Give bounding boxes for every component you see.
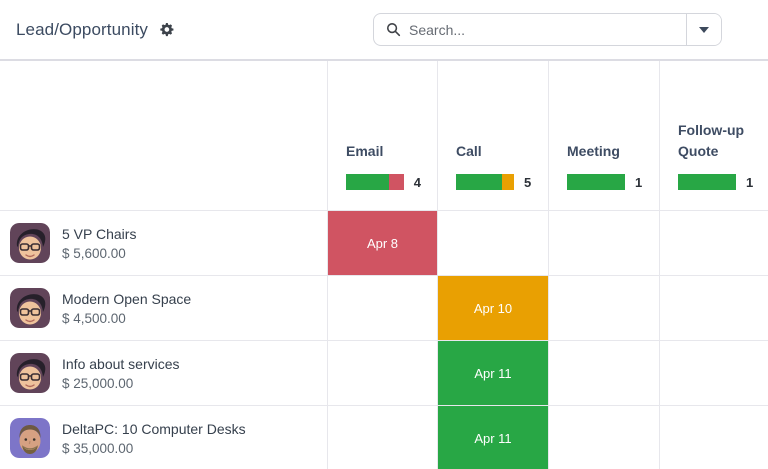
header-corner-cell: [0, 61, 328, 211]
activity-cell-meeting[interactable]: [549, 211, 660, 276]
column-count: 5: [524, 175, 531, 190]
activity-cell-email[interactable]: [328, 276, 438, 341]
column-header-call[interactable]: Call 5: [438, 61, 549, 211]
activity-cell-email[interactable]: [328, 406, 438, 469]
avatar: [10, 223, 50, 263]
search-icon: [374, 22, 409, 37]
activity-cell-meeting[interactable]: [549, 406, 660, 469]
lead-info: Modern Open Space $ 4,500.00: [62, 290, 191, 326]
activity-date-badge[interactable]: Apr 11: [438, 406, 548, 469]
activity-cell-follow-up-quote[interactable]: [660, 341, 768, 406]
lead-row-info-about-services[interactable]: Info about services $ 25,000.00: [0, 341, 328, 406]
activity-cell-meeting[interactable]: [549, 276, 660, 341]
lead-name: Info about services: [62, 355, 180, 373]
column-header-email[interactable]: Email 4: [328, 61, 438, 211]
progress-segment[interactable]: [502, 174, 514, 190]
page-title: Lead/Opportunity: [16, 20, 148, 40]
avatar: [10, 288, 50, 328]
progress-bar-follow-up-quote[interactable]: [678, 174, 736, 190]
lead-amount: $ 25,000.00: [62, 376, 180, 391]
caret-down-icon: [699, 27, 709, 33]
lead-amount: $ 35,000.00: [62, 441, 246, 456]
lead-amount: $ 5,600.00: [62, 246, 136, 261]
activity-cell-call[interactable]: Apr 11: [438, 341, 549, 406]
column-summary: 4: [346, 174, 421, 190]
lead-amount: $ 4,500.00: [62, 311, 191, 326]
progress-segment[interactable]: [456, 174, 502, 190]
lead-row-5-vp-chairs[interactable]: 5 VP Chairs $ 5,600.00: [0, 211, 328, 276]
lead-info: DeltaPC: 10 Computer Desks $ 35,000.00: [62, 420, 246, 456]
activity-cell-call[interactable]: Apr 11: [438, 406, 549, 469]
column-summary: 1: [567, 174, 643, 190]
gear-icon: [159, 22, 174, 37]
lead-name: DeltaPC: 10 Computer Desks: [62, 420, 246, 438]
activity-cell-meeting[interactable]: [549, 341, 660, 406]
activity-cell-follow-up-quote[interactable]: [660, 406, 768, 469]
progress-segment[interactable]: [389, 174, 403, 190]
view-settings-button[interactable]: [157, 20, 176, 39]
column-label: Follow-up Quote: [678, 120, 753, 161]
column-header-meeting[interactable]: Meeting 1: [549, 61, 660, 211]
lead-name: 5 VP Chairs: [62, 225, 136, 243]
lead-name: Modern Open Space: [62, 290, 191, 308]
column-header-follow-up-quote[interactable]: Follow-up Quote 1: [660, 61, 768, 211]
activity-grid: Email 4 Call 5 Meeting 1 Follow-up Quote…: [0, 61, 768, 469]
column-count: 4: [414, 175, 421, 190]
progress-bar-email[interactable]: [346, 174, 404, 190]
activity-date-badge[interactable]: Apr 10: [438, 276, 548, 340]
activity-date-badge[interactable]: Apr 8: [328, 211, 437, 275]
activity-cell-email[interactable]: [328, 341, 438, 406]
activity-cell-call[interactable]: [438, 211, 549, 276]
column-label: Meeting: [567, 141, 643, 161]
search-input[interactable]: [409, 14, 686, 45]
avatar: [10, 353, 50, 393]
search-options-toggle[interactable]: [687, 14, 721, 45]
progress-segment[interactable]: [567, 174, 625, 190]
activity-cell-call[interactable]: Apr 10: [438, 276, 549, 341]
column-count: 1: [746, 175, 753, 190]
progress-bar-call[interactable]: [456, 174, 514, 190]
activity-cell-follow-up-quote[interactable]: [660, 211, 768, 276]
lead-row-deltapc-10-computer-desks[interactable]: DeltaPC: 10 Computer Desks $ 35,000.00: [0, 406, 328, 469]
progress-segment[interactable]: [346, 174, 389, 190]
activity-cell-follow-up-quote[interactable]: [660, 276, 768, 341]
lead-info: Info about services $ 25,000.00: [62, 355, 180, 391]
activity-date-badge[interactable]: Apr 11: [438, 341, 548, 405]
search-bar: [373, 13, 722, 46]
column-count: 1: [635, 175, 642, 190]
lead-info: 5 VP Chairs $ 5,600.00: [62, 225, 136, 261]
column-label: Call: [456, 141, 532, 161]
lead-row-modern-open-space[interactable]: Modern Open Space $ 4,500.00: [0, 276, 328, 341]
column-summary: 5: [456, 174, 532, 190]
avatar: [10, 418, 50, 458]
progress-segment[interactable]: [678, 174, 736, 190]
breadcrumb: Lead/Opportunity: [16, 20, 176, 40]
progress-bar-meeting[interactable]: [567, 174, 625, 190]
column-label: Email: [346, 141, 421, 161]
activity-cell-email[interactable]: Apr 8: [328, 211, 438, 276]
control-panel: Lead/Opportunity: [0, 0, 768, 61]
column-summary: 1: [678, 174, 753, 190]
